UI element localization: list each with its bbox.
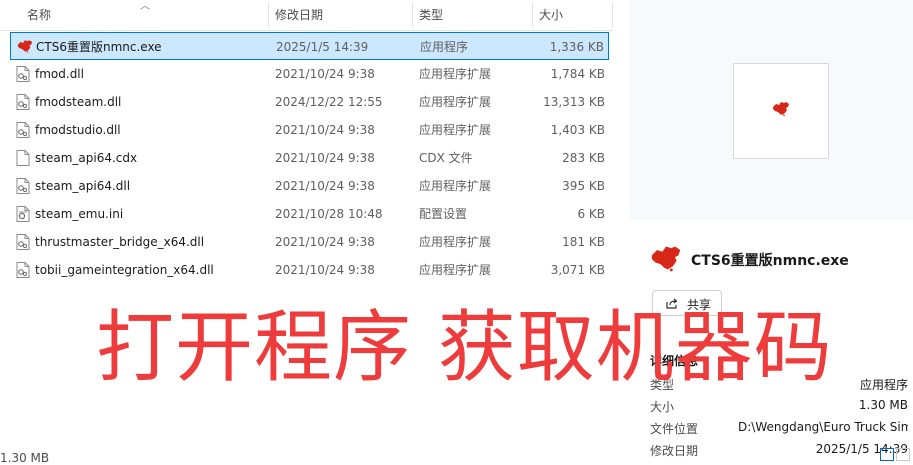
property-row: 大小 1.30 MB (650, 398, 908, 418)
file-type: 应用程序 (420, 40, 469, 54)
column-divider[interactable] (268, 2, 269, 28)
file-size: 6 KB (577, 207, 605, 221)
file-icon (16, 150, 30, 166)
col-type-header[interactable]: 类型 (419, 0, 443, 30)
file-type: 配置设置 (419, 207, 468, 221)
file-row[interactable]: steam_api64.dll 2021/10/24 9:38 应用程序扩展 395 … (10, 172, 609, 200)
file-type: CDX 文件 (419, 151, 473, 165)
file-date: 2021/10/24 9:38 (275, 151, 375, 165)
file-name: CTS6重置版nmnc.exe (36, 40, 162, 54)
dll-icon (16, 66, 30, 82)
file-name: steam_api64.dll (35, 179, 131, 193)
details-view-icon[interactable] (880, 448, 894, 461)
china-map-icon (651, 246, 681, 272)
file-row[interactable]: fmod.dll 2021/10/24 9:38 应用程序扩展 1,784 KB (10, 60, 609, 88)
property-key: 大小 (650, 400, 675, 414)
file-row[interactable]: CTS6重置版nmnc.exe 2025/1/5 14:39 应用程序 1,336 K… (10, 32, 609, 60)
file-date: 2025/1/5 14:39 (276, 40, 369, 54)
file-thumbnail (733, 63, 829, 159)
sort-up-icon: ︿ (140, 1, 150, 12)
col-name-header[interactable]: 名称 (27, 0, 51, 30)
file-date: 2021/10/28 10:48 (275, 207, 383, 221)
file-size: 1,336 KB (549, 40, 604, 54)
file-row[interactable]: steam_api64.cdx 2021/10/24 9:38 CDX 文件 283 … (10, 144, 609, 172)
dll-icon (16, 262, 30, 278)
file-size: 13,313 KB (543, 95, 605, 109)
property-value: 1.30 MB (858, 398, 908, 412)
file-name: tobii_gameintegration_x64.dll (35, 263, 214, 277)
file-date: 2021/10/24 9:38 (275, 179, 375, 193)
file-row[interactable]: tobii_gameintegration_x64.dll 2021/10/24 … (10, 256, 609, 284)
property-row: 修改日期 2025/1/5 14:39 (650, 442, 908, 462)
dll-icon (16, 178, 30, 194)
dll-icon (16, 122, 30, 138)
column-divider[interactable] (412, 2, 413, 28)
file-name: fmodsteam.dll (35, 95, 122, 109)
column-header: ︿ 名称 修改日期 类型 大小 (0, 0, 613, 31)
file-type: 应用程序扩展 (419, 263, 492, 277)
file-name: fmod.dll (35, 67, 84, 81)
file-type: 应用程序扩展 (419, 123, 492, 137)
file-type: 应用程序扩展 (419, 67, 492, 81)
china-map-icon (773, 102, 789, 116)
file-date: 2021/10/24 9:38 (275, 67, 375, 81)
file-size: 1,403 KB (550, 123, 605, 137)
overlay-caption: 打开程序 获取机器码 (96, 303, 833, 393)
property-value: 2025/1/5 14:39 (815, 442, 908, 456)
file-date: 2021/10/24 9:38 (275, 123, 375, 137)
dll-icon (16, 234, 30, 250)
file-size: 3,071 KB (550, 263, 605, 277)
property-value: D:\Wengdang\Euro Truck Sim... (738, 420, 908, 434)
column-divider[interactable] (612, 2, 613, 28)
tiles-view-icon[interactable] (896, 448, 910, 461)
file-date: 2021/10/24 9:38 (275, 263, 375, 277)
ini-icon (16, 206, 30, 222)
property-key: 文件位置 (650, 422, 699, 436)
file-row[interactable]: fmodstudio.dll 2021/10/24 9:38 应用程序扩展 1,403… (10, 116, 609, 144)
dll-icon (16, 94, 30, 110)
file-size: 283 KB (562, 151, 605, 165)
exe-map-icon (17, 39, 33, 55)
col-date-header[interactable]: 修改日期 (275, 0, 323, 30)
file-size: 181 KB (562, 235, 605, 249)
file-row[interactable]: thrustmaster_bridge_x64.dll 2021/10/24 9:… (10, 228, 609, 256)
file-date: 2024/12/22 12:55 (275, 95, 383, 109)
file-name: steam_emu.ini (35, 207, 124, 221)
file-type: 应用程序扩展 (419, 235, 492, 249)
file-name: thrustmaster_bridge_x64.dll (35, 235, 205, 249)
file-type: 应用程序扩展 (419, 95, 492, 109)
file-date: 2021/10/24 9:38 (275, 235, 375, 249)
file-type: 应用程序扩展 (419, 179, 492, 193)
column-divider[interactable] (532, 2, 533, 28)
col-size-header[interactable]: 大小 (539, 0, 563, 30)
property-row: 文件位置 D:\Wengdang\Euro Truck Sim... (650, 420, 908, 440)
file-name: steam_api64.cdx (35, 151, 138, 165)
property-value: 应用程序 (859, 378, 908, 392)
file-name: fmodstudio.dll (35, 123, 121, 137)
property-key: 修改日期 (650, 444, 699, 458)
preview-area (630, 0, 913, 220)
file-size: 1,784 KB (550, 67, 605, 81)
file-size: 395 KB (562, 179, 605, 193)
file-row[interactable]: steam_emu.ini 2021/10/28 10:48 配置设置 6 KB (10, 200, 609, 228)
file-row[interactable]: fmodsteam.dll 2024/12/22 12:55 应用程序扩展 13,31… (10, 88, 609, 116)
status-selected-size: 1.30 MB (0, 451, 50, 465)
preview-filename: CTS6重置版nmnc.exe (691, 253, 849, 269)
